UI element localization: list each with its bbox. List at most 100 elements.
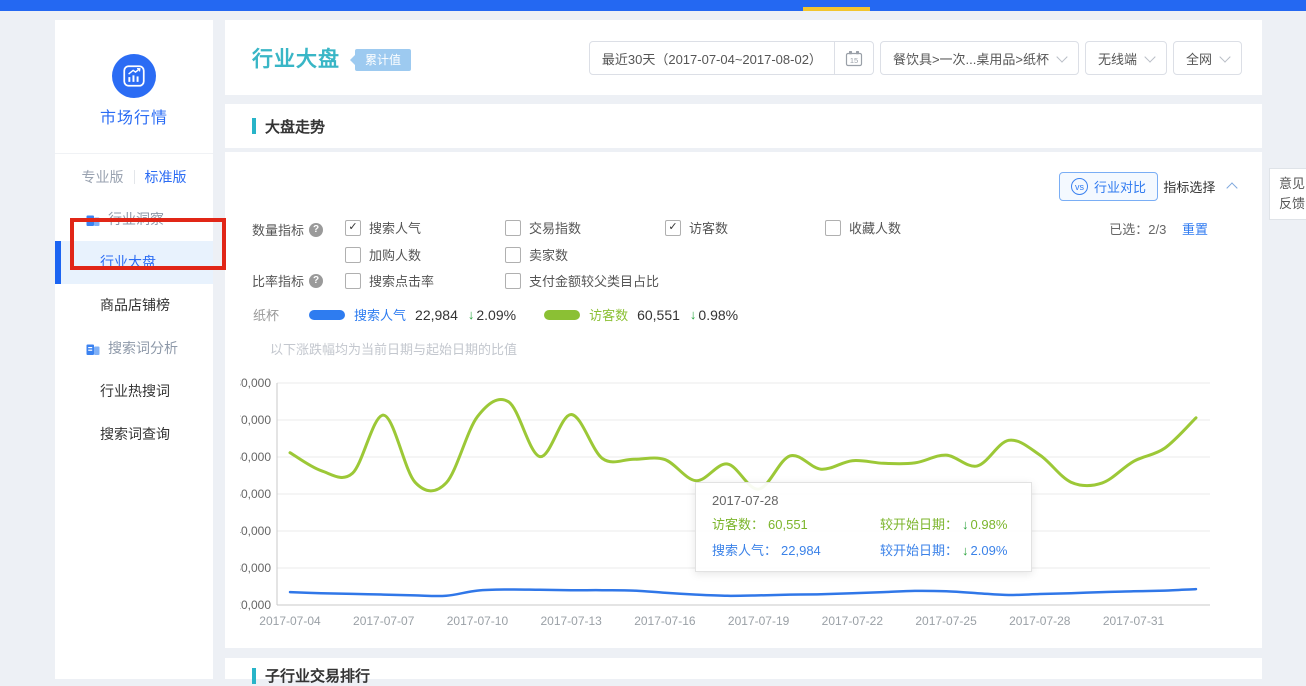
metric-checkbox-favorites[interactable]: 收藏人数: [825, 218, 985, 237]
svg-text:2017-07-28: 2017-07-28: [1009, 614, 1071, 628]
help-icon[interactable]: ?: [309, 223, 323, 237]
svg-text:70,000: 70,000: [240, 413, 271, 427]
next-section-title: 子行业交易排行: [265, 665, 370, 686]
chart-note: 以下涨跌幅均为当前日期与起始日期的比值: [270, 339, 517, 358]
scope-select[interactable]: 全网: [1173, 41, 1242, 75]
checkbox[interactable]: [345, 247, 361, 263]
metric-checkbox-sellers[interactable]: 卖家数: [505, 245, 665, 264]
chart-tooltip: 2017-07-28 访客数： 60,551 较开始日期：↓0.98% 搜索人气…: [695, 482, 1032, 572]
svg-text:2017-07-22: 2017-07-22: [822, 614, 884, 628]
checkbox[interactable]: [505, 273, 521, 289]
app-title: 市场行情: [55, 104, 213, 128]
ratio-metrics-row: 搜索点击率 支付金额较父类目占比: [345, 271, 659, 290]
chart-legend: 纸杯 搜索人气 22,984 ↓ 2.09% 访客数 60,551 ↓ 0.98…: [253, 305, 766, 324]
svg-text:2017-07-13: 2017-07-13: [540, 614, 602, 628]
industry-compare-button[interactable]: vs 行业对比: [1059, 172, 1158, 201]
series-color-pill: [544, 310, 580, 320]
sidebar-item-industry-market[interactable]: 行业大盘: [55, 241, 213, 284]
tab-standard[interactable]: 标准版: [135, 167, 197, 187]
metric-checkbox-visitors[interactable]: ✓ 访客数: [665, 218, 825, 237]
checkbox[interactable]: [505, 220, 521, 236]
ledger-icon: [85, 213, 101, 227]
category-value: 餐饮具>一次...桌用品>纸杯: [893, 49, 1049, 68]
sidebar: 市场行情 专业版 标准版 行业洞察 行业大盘 商品店铺榜: [55, 20, 213, 679]
sidebar-item-search-word-query[interactable]: 搜索词查询: [55, 413, 213, 456]
svg-text:2017-07-19: 2017-07-19: [728, 614, 790, 628]
metric-checkbox-search-popularity[interactable]: ✓ 搜索人气: [345, 218, 505, 237]
metric-checkbox-search-ctr[interactable]: 搜索点击率: [345, 271, 505, 290]
svg-text:2017-07-25: 2017-07-25: [915, 614, 977, 628]
svg-text:20,000: 20,000: [240, 598, 271, 612]
sidebar-item-search-word-analysis[interactable]: 搜索词分析: [55, 327, 213, 370]
calendar-icon: 15: [845, 50, 863, 67]
legend-item-visitors[interactable]: 访客数 60,551 ↓ 0.98%: [544, 305, 738, 324]
tab-professional[interactable]: 专业版: [72, 167, 134, 187]
legend-item-search-popularity[interactable]: 搜索人气 22,984 ↓ 2.09%: [309, 305, 516, 324]
app-logo: [112, 54, 156, 98]
section-header: 大盘走势: [225, 104, 1262, 148]
svg-text:2017-07-04: 2017-07-04: [259, 614, 321, 628]
sidebar-item-label: 搜索词查询: [100, 426, 170, 442]
svg-text:2017-07-10: 2017-07-10: [447, 614, 509, 628]
compare-button-label: 行业对比: [1094, 177, 1146, 196]
tooltip-date: 2017-07-28: [712, 493, 1015, 508]
chevron-down-icon: [1056, 51, 1067, 62]
sidebar-nav: 行业洞察 行业大盘 商品店铺榜 搜索词分析 行业热搜词 搜索词查询: [55, 198, 213, 456]
svg-text:2017-07-31: 2017-07-31: [1103, 614, 1165, 628]
scope-value: 全网: [1186, 49, 1212, 68]
quantity-metrics-label: 数量指标 ?: [252, 220, 323, 239]
chart-trend-icon: [121, 63, 147, 89]
ratio-metrics-label: 比率指标 ?: [252, 271, 323, 290]
sidebar-item-label: 行业热搜词: [100, 383, 170, 399]
metric-checkbox-payment-share[interactable]: 支付金额较父类目占比: [505, 271, 659, 290]
date-range-picker[interactable]: 最近30天（2017-07-04~2017-08-02） 15: [589, 41, 874, 75]
top-nav-bar: [0, 0, 1306, 11]
category-select[interactable]: 餐饮具>一次...桌用品>纸杯: [880, 41, 1079, 75]
selected-count: 已选：2/3: [1109, 222, 1166, 237]
svg-text:40,000: 40,000: [240, 524, 271, 538]
sidebar-item-hot-search-words[interactable]: 行业热搜词: [55, 370, 213, 413]
down-arrow-icon: ↓: [468, 307, 475, 322]
cumulative-value-badge: 累计值: [355, 49, 411, 71]
series-color-pill: [309, 310, 345, 320]
terminal-select[interactable]: 无线端: [1085, 41, 1167, 75]
section-marker: [252, 118, 256, 134]
feedback-button[interactable]: 意见 反馈: [1269, 168, 1306, 220]
ledger-icon: [85, 342, 101, 356]
sidebar-item-product-shop-rank[interactable]: 商品店铺榜: [55, 284, 213, 327]
sidebar-item-label: 商品店铺榜: [100, 297, 170, 313]
svg-text:80,000: 80,000: [240, 376, 271, 390]
chevron-down-icon: [1144, 51, 1155, 62]
help-icon[interactable]: ?: [309, 274, 323, 288]
svg-text:50,000: 50,000: [240, 487, 271, 501]
selected-count-row: 已选：2/3 重置: [1109, 219, 1208, 238]
metric-select-toggle[interactable]: 指标选择: [1163, 177, 1236, 196]
chevron-down-icon: [1219, 51, 1230, 62]
section-title: 大盘走势: [265, 116, 325, 137]
metric-checkbox-trade-index[interactable]: 交易指数: [505, 218, 665, 237]
page-header: 行业大盘 累计值 最近30天（2017-07-04~2017-08-02） 15…: [225, 20, 1262, 95]
reset-button[interactable]: 重置: [1182, 222, 1208, 237]
checkbox[interactable]: ✓: [345, 220, 361, 236]
sidebar-item-industry-insight[interactable]: 行业洞察: [55, 198, 213, 241]
calendar-button[interactable]: 15: [834, 42, 873, 74]
checkbox[interactable]: [345, 273, 361, 289]
version-tabs: 专业版 标准版: [55, 153, 213, 199]
checkbox[interactable]: ✓: [665, 220, 681, 236]
quantity-metrics-row-1: ✓ 搜索人气 交易指数 ✓ 访客数 收藏人数: [345, 218, 985, 237]
section-marker: [252, 668, 256, 684]
checkbox[interactable]: [825, 220, 841, 236]
down-arrow-icon: ↓: [962, 517, 969, 532]
next-section-header: 子行业交易排行: [225, 658, 1262, 679]
quantity-metrics-row-2: 加购人数 卖家数: [345, 245, 665, 264]
tooltip-row-search-popularity: 搜索人气： 22,984 较开始日期：↓2.09%: [712, 538, 1015, 564]
checkbox[interactable]: [505, 247, 521, 263]
sidebar-item-label: 行业大盘: [100, 254, 156, 270]
page-title: 行业大盘: [252, 43, 340, 73]
trend-card: vs 行业对比 指标选择 已选：2/3 重置 数量指标 ? ✓ 搜索人气 交易指…: [225, 152, 1262, 648]
metric-checkbox-cart-adds[interactable]: 加购人数: [345, 245, 505, 264]
vs-icon: vs: [1071, 178, 1088, 195]
active-tab-indicator: [803, 7, 870, 11]
svg-text:2017-07-07: 2017-07-07: [353, 614, 415, 628]
svg-text:15: 15: [850, 56, 858, 65]
